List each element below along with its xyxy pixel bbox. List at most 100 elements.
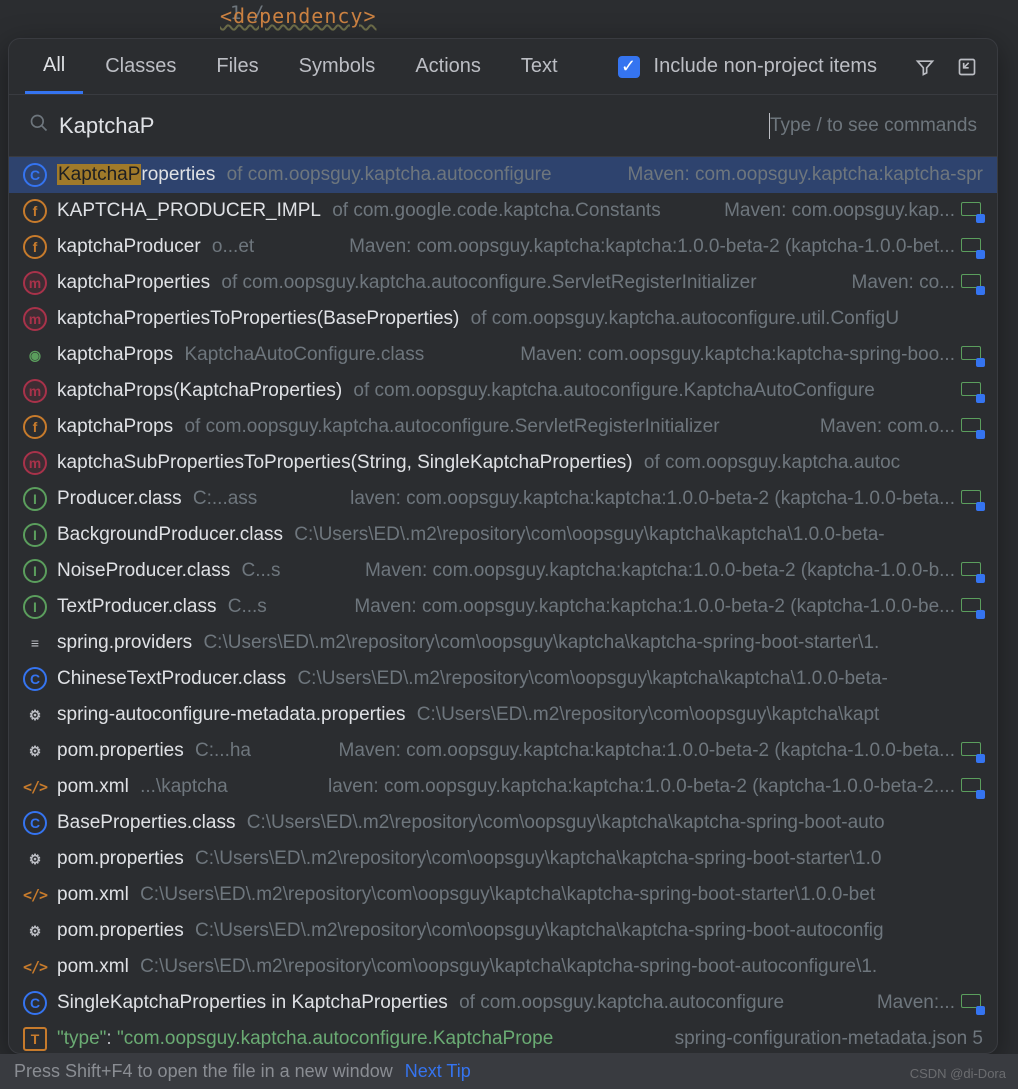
result-row[interactable]: I BackgroundProducer.class C:\Users\ED\.m… xyxy=(9,517,997,553)
result-row[interactable]: f KAPTCHA_PRODUCER_IMPL of com.google.cod… xyxy=(9,193,997,229)
result-row[interactable]: m kaptchaProps(KaptchaProperties) of com.… xyxy=(9,373,997,409)
class-icon: C xyxy=(23,667,47,691)
result-row[interactable]: I TextProducer.class C...s Maven: com.oops… xyxy=(9,589,997,625)
status-bar: Press Shift+F4 to open the file in a new… xyxy=(0,1054,1018,1089)
next-tip-link[interactable]: Next Tip xyxy=(405,1061,471,1082)
library-folder-icon xyxy=(961,778,983,796)
xml-icon: </> xyxy=(23,955,47,979)
result-text: spring-autoconfigure-metadata.properties… xyxy=(57,704,983,726)
result-row[interactable]: mkaptchaSubPropertiesToProperties(String… xyxy=(9,445,997,481)
result-location: Maven: com.oopsguy.kaptcha:kaptcha:1.0.0… xyxy=(349,236,955,258)
result-row[interactable]: ⚙ spring-autoconfigure-metadata.propertie… xyxy=(9,697,997,733)
gear-icon: ⚙ xyxy=(23,703,47,727)
result-text: kaptchaPropertiesToProperties(BaseProper… xyxy=(57,308,983,330)
include-nonproject-checkbox[interactable]: ✓ xyxy=(618,56,640,78)
result-text: pom.properties C:...ha xyxy=(57,740,331,762)
result-row[interactable]: </>pom.xml C:\Users\ED\.m2\repository\co… xyxy=(9,949,997,985)
result-location: Maven: com.oopsguy.kaptcha:kaptcha-sprin… xyxy=(520,344,955,366)
result-row[interactable]: C ChineseTextProducer.class C:\Users\ED\.… xyxy=(9,661,997,697)
tab-symbols[interactable]: Symbols xyxy=(281,41,394,92)
watermark: CSDN @di-Dora xyxy=(910,1066,1006,1081)
search-input[interactable] xyxy=(59,113,770,139)
library-folder-icon xyxy=(961,418,983,436)
result-text: kaptchaProps(KaptchaProperties) of com.o… xyxy=(57,380,955,402)
result-location: Maven: com.oopsguy.kaptcha:kaptcha:1.0.0… xyxy=(339,740,955,762)
tab-text[interactable]: Text xyxy=(503,41,576,92)
result-location: laven: com.oopsguy.kaptcha:kaptcha:1.0.0… xyxy=(350,488,955,510)
result-row[interactable]: ⚙pom.properties C:\Users\ED\.m2\reposito… xyxy=(9,913,997,949)
library-folder-icon xyxy=(961,562,983,580)
result-row[interactable]: ≡spring.providers C:\Users\ED\.m2\reposi… xyxy=(9,625,997,661)
footer-hint: Press Shift+F4 to open the file in a new… xyxy=(14,1061,393,1082)
open-in-tool-window-icon[interactable] xyxy=(953,53,981,81)
result-text: kaptchaProperties of com.oopsguy.kaptcha… xyxy=(57,272,844,294)
library-folder-icon xyxy=(961,202,983,220)
result-row[interactable]: C BaseProperties.class C:\Users\ED\.m2\re… xyxy=(9,805,997,841)
bean-icon: ◉ xyxy=(23,343,47,367)
result-row[interactable]: </>pom.xml ...\kaptchalaven: com.oopsguy… xyxy=(9,769,997,805)
result-text: kaptchaSubPropertiesToProperties(String,… xyxy=(57,452,983,474)
tab-classes[interactable]: Classes xyxy=(87,41,194,92)
library-folder-icon xyxy=(961,346,983,364)
result-row[interactable]: m kaptchaProperties of com.oopsguy.kaptch… xyxy=(9,265,997,301)
interface-icon: I xyxy=(23,487,47,511)
result-text: TextProducer.class C...s xyxy=(57,596,346,618)
result-row[interactable]: C KaptchaProperties of com.oopsguy.kaptch… xyxy=(9,157,997,193)
interface-icon: I xyxy=(23,559,47,583)
class-icon: C xyxy=(23,163,47,187)
interface-icon: I xyxy=(23,595,47,619)
t-icon: T xyxy=(23,1027,47,1051)
method-icon: m xyxy=(23,307,47,331)
xml-icon: </> xyxy=(23,775,47,799)
result-text: kaptchaProps of com.oopsguy.kaptcha.auto… xyxy=(57,416,812,438)
interface-icon: I xyxy=(23,523,47,547)
result-row[interactable]: ◉ kaptchaProps KaptchaAutoConfigure.class… xyxy=(9,337,997,373)
result-location: Maven: com.oopsguy.kaptcha:kaptcha:1.0.0… xyxy=(365,560,955,582)
result-row[interactable]: IProducer.class C:...asslaven: com.oopsg… xyxy=(9,481,997,517)
result-row[interactable]: </>pom.xml C:\Users\ED\.m2\repository\co… xyxy=(9,877,997,913)
result-text: KaptchaProperties of com.oopsguy.kaptcha… xyxy=(57,164,619,186)
library-folder-icon xyxy=(961,238,983,256)
result-text: kaptchaProps KaptchaAutoConfigure.class xyxy=(57,344,512,366)
result-text: pom.xml C:\Users\ED\.m2\repository\com\o… xyxy=(57,884,983,906)
result-row[interactable]: ⚙pom.properties C:...haMaven: com.oopsgu… xyxy=(9,733,997,769)
tab-actions[interactable]: Actions xyxy=(397,41,499,92)
result-text: ChineseTextProducer.class C:\Users\ED\.m… xyxy=(57,668,983,690)
result-text: NoiseProducer.class C...s xyxy=(57,560,357,582)
method-icon: m xyxy=(23,271,47,295)
editor-background-text: <dependency> xyxy=(0,0,1018,28)
result-row[interactable]: f kaptchaProps of com.oopsguy.kaptcha.aut… xyxy=(9,409,997,445)
result-row[interactable]: CSingleKaptchaProperties in KaptchaPrope… xyxy=(9,985,997,1021)
result-row[interactable]: ⚙pom.properties C:\Users\ED\.m2\reposito… xyxy=(9,841,997,877)
tab-all[interactable]: All xyxy=(25,40,83,94)
result-row[interactable]: fkaptchaProducer o...etMaven: com.oopsgu… xyxy=(9,229,997,265)
result-location: Maven: com.oopsguy.kaptcha:kaptcha-spr xyxy=(627,164,983,186)
result-text: BaseProperties.class C:\Users\ED\.m2\rep… xyxy=(57,812,983,834)
result-location: Maven: com.o... xyxy=(820,416,955,438)
class-icon: C xyxy=(23,811,47,835)
results-list[interactable]: C KaptchaProperties of com.oopsguy.kaptch… xyxy=(9,157,997,1053)
result-text: pom.properties C:\Users\ED\.m2\repositor… xyxy=(57,848,983,870)
result-text: KAPTCHA_PRODUCER_IMPL of com.google.code… xyxy=(57,200,716,222)
tabs-bar: All Classes Files Symbols Actions Text ✓… xyxy=(9,39,997,95)
result-location: Maven:... xyxy=(877,992,955,1014)
result-location: Maven: com.oopsguy.kap... xyxy=(724,200,955,222)
result-row[interactable]: m kaptchaPropertiesToProperties(BasePrope… xyxy=(9,301,997,337)
field-icon: f xyxy=(23,415,47,439)
result-text: pom.xml ...\kaptcha xyxy=(57,776,320,798)
search-everywhere-popup: All Classes Files Symbols Actions Text ✓… xyxy=(8,38,998,1054)
result-text: "type": "com.oopsguy.kaptcha.autoconfigu… xyxy=(57,1028,667,1050)
result-text: BackgroundProducer.class C:\Users\ED\.m2… xyxy=(57,524,983,546)
result-row[interactable]: T "type": "com.oopsguy.kaptcha.autoconfig… xyxy=(9,1021,997,1053)
search-placeholder-hint: Type / to see commands xyxy=(770,115,977,137)
filter-icon[interactable] xyxy=(911,53,939,81)
result-text: pom.properties C:\Users\ED\.m2\repositor… xyxy=(57,920,983,942)
result-location: Maven: com.oopsguy.kaptcha:kaptcha:1.0.0… xyxy=(354,596,955,618)
library-folder-icon xyxy=(961,274,983,292)
tab-files[interactable]: Files xyxy=(198,41,276,92)
method-icon: m xyxy=(23,379,47,403)
result-row[interactable]: I NoiseProducer.class C...s Maven: com.oop… xyxy=(9,553,997,589)
result-location: spring-configuration-metadata.json 5 xyxy=(675,1028,983,1050)
field-icon: f xyxy=(23,235,47,259)
field-icon: f xyxy=(23,199,47,223)
